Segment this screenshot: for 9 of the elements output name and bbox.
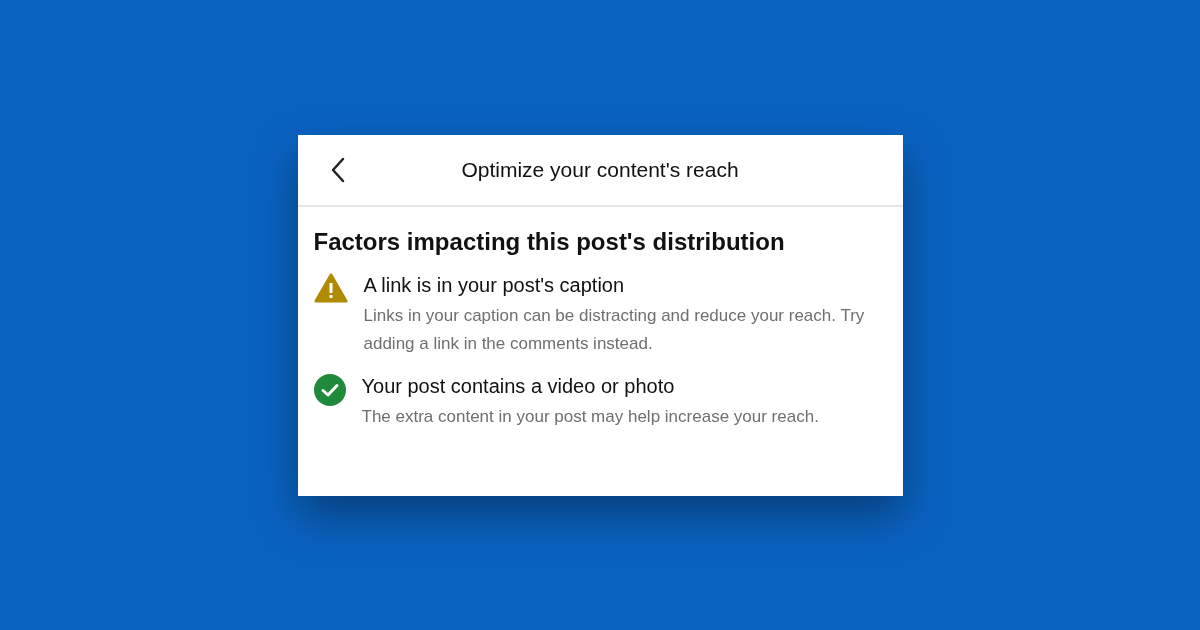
warning-icon (313, 272, 348, 303)
factor-description: The extra content in your post may help increase your reach. (361, 405, 819, 428)
checkmark-icon (313, 373, 346, 406)
back-icon (329, 156, 346, 183)
factor-description: Links in your caption can be distracting and reduce your reach. Try adding a link in the comments instead. (363, 304, 866, 355)
header-title: Optimize your content's reach (461, 156, 739, 183)
factor-title: A link is in your post's caption (363, 272, 626, 298)
factor-title: Your post contains a video or photo (361, 373, 676, 399)
section-heading: Factors impacting this post's distribution (313, 226, 786, 257)
